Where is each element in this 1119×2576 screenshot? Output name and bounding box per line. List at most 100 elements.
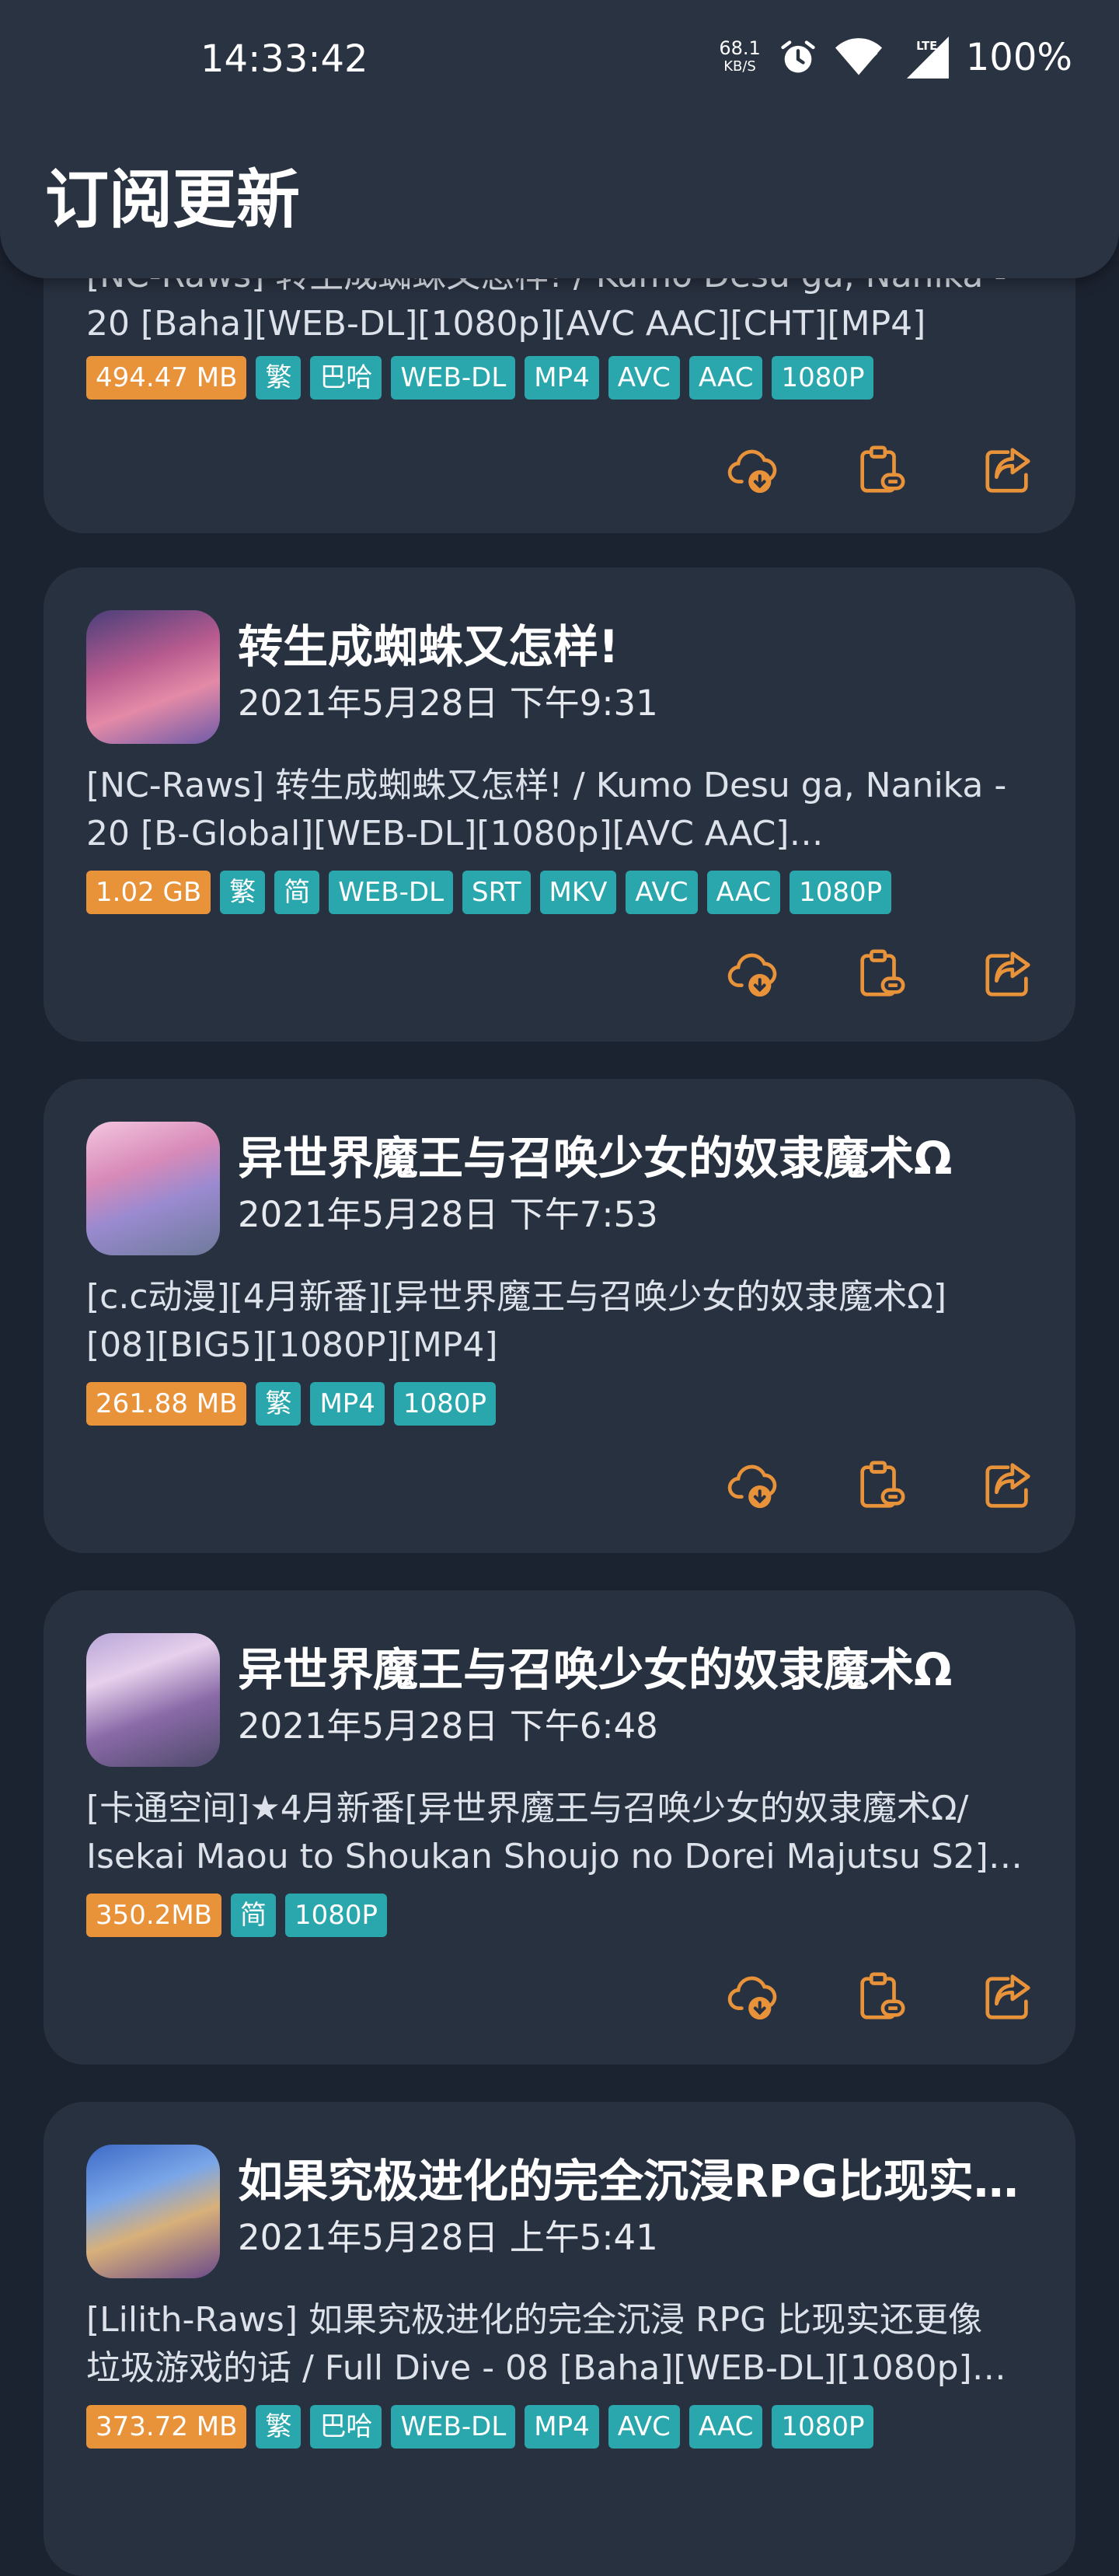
cloud-download-icon	[727, 449, 777, 494]
wifi-icon	[835, 38, 882, 75]
tag: 1080P	[772, 2405, 874, 2449]
net-speed: 68.1 KB/S	[719, 39, 760, 76]
desc-line: [08][BIG5][1080P][MP4]	[86, 1325, 498, 1365]
card-date: 2021年5月28日 上午5:41	[238, 2217, 658, 2258]
card-description: [Lilith-Raws] 如果究极进化的完全沉浸 RPG 比现实还更像 垃圾游…	[86, 2296, 1034, 2393]
desc-line: 20 [Baha][WEB-DL][1080p][AVC AAC][CHT][M…	[86, 304, 926, 344]
tag: 繁	[256, 1382, 302, 1426]
subscription-card[interactable]: 异世界魔王与召唤少女的奴隶魔术Ω 2021年5月28日 下午7:53 [c.c动…	[44, 1079, 1075, 1553]
tag: MP4	[525, 2405, 599, 2449]
card-date: 2021年5月28日 下午9:31	[238, 682, 658, 724]
tag: 繁	[256, 356, 302, 400]
tag: 繁	[256, 2405, 302, 2449]
tag-row: 373.72 MB 繁 巴哈 WEB-DL MP4 AVC AAC 1080P	[86, 2405, 874, 2449]
download-button[interactable]	[726, 947, 780, 1001]
anime-cover-image	[86, 2145, 220, 2278]
clipboard-link-icon	[860, 949, 905, 997]
card-date: 2021年5月28日 下午6:48	[238, 1705, 658, 1747]
net-speed-unit: KB/S	[723, 58, 756, 75]
card-description: [NC-Raws] 转生成蜘蛛又怎样! / Kumo Desu ga, Nani…	[86, 762, 1034, 858]
cloud-download-icon	[727, 953, 777, 997]
tag: WEB-DL	[391, 2405, 516, 2449]
subscription-card[interactable]: 转生成蜘蛛又怎样! 2021年5月28日 下午9:31 [NC-Raws] 转生…	[44, 567, 1075, 1042]
share-icon	[985, 448, 1030, 493]
clipboard-link-icon	[860, 1972, 905, 2019]
subscription-card[interactable]: 如果究极进化的完全沉浸RPG比现实还更像垃圾游戏的话 2021年5月28日 上午…	[44, 2102, 1075, 2576]
size-tag: 494.47 MB	[86, 356, 247, 400]
cloud-download-icon	[727, 1976, 777, 2020]
app-header: 14:33:42 68.1 KB/S LTE 100% 订阅更新	[0, 0, 1119, 278]
share-button[interactable]	[981, 443, 1035, 497]
alarm-icon	[781, 40, 815, 73]
tag: 巴哈	[310, 356, 382, 400]
share-icon	[985, 951, 1030, 997]
size-tag: 1.02 GB	[86, 871, 211, 914]
tag: AVC	[626, 871, 698, 914]
tag: 1080P	[790, 871, 892, 914]
card-description: [卡通空间]★4月新番[异世界魔王与召唤少女的奴隶魔术Ω/ Isekai Mao…	[86, 1785, 1034, 1881]
tag: WEB-DL	[329, 871, 454, 914]
share-button[interactable]	[981, 1458, 1035, 1513]
tag: MKV	[539, 871, 617, 914]
tag: 繁	[220, 871, 266, 914]
anime-cover-image	[86, 1633, 220, 1767]
card-actions	[726, 443, 1035, 497]
share-icon	[985, 1463, 1030, 1508]
card-actions	[726, 947, 1035, 1001]
copy-link-button[interactable]	[853, 443, 908, 497]
download-button[interactable]	[726, 443, 780, 497]
tag: 1080P	[285, 1894, 388, 1937]
desc-line: [卡通空间]★4月新番[异世界魔王与召唤少女的奴隶魔术Ω/	[86, 1789, 969, 1828]
desc-line: [Lilith-Raws] 如果究极进化的完全沉浸 RPG 比现实还更像	[86, 2300, 983, 2340]
status-icons: 68.1 KB/S LTE 100%	[719, 36, 1072, 79]
card-date: 2021年5月28日 下午7:53	[238, 1194, 658, 1235]
copy-link-button[interactable]	[853, 1970, 908, 2024]
cloud-download-icon	[727, 1464, 777, 1509]
copy-link-button[interactable]	[853, 1458, 908, 1513]
card-title: 转生成蜘蛛又怎样!	[238, 620, 619, 673]
share-button[interactable]	[981, 1970, 1035, 2024]
tag: AAC	[706, 871, 781, 914]
tag-row: 261.88 MB 繁 MP4 1080P	[86, 1382, 496, 1426]
svg-text:LTE: LTE	[916, 40, 937, 53]
tag: SRT	[462, 871, 531, 914]
tag: 1080P	[772, 356, 874, 400]
anime-cover-image	[86, 1122, 220, 1255]
tag: AVC	[608, 2405, 680, 2449]
card-actions	[726, 1458, 1035, 1513]
card-title: 异世界魔王与召唤少女的奴隶魔术Ω	[238, 1643, 953, 1696]
size-tag: 350.2MB	[86, 1894, 221, 1937]
clipboard-link-icon	[860, 1461, 905, 1508]
card-description: [c.c动漫][4月新番][异世界魔王与召唤少女的奴隶魔术Ω] [08][BIG…	[86, 1273, 1034, 1370]
desc-line: [NC-Raws] 转生成蜘蛛又怎样! / Kumo Desu ga, Nani…	[86, 766, 1007, 805]
tag: MP4	[525, 356, 599, 400]
tag: AAC	[688, 2405, 763, 2449]
desc-line: Isekai Maou to Shoukan Shoujo no Dorei M…	[86, 1837, 1023, 1876]
card-title: 如果究极进化的完全沉浸RPG比现实还更像垃圾游戏的话	[238, 2155, 1023, 2208]
clipboard-link-icon	[860, 445, 905, 493]
subscription-card[interactable]: 异世界魔王与召唤少女的奴隶魔术Ω 2021年5月28日 下午6:48 [卡通空间…	[44, 1590, 1075, 2065]
page-title: 订阅更新	[45, 163, 301, 237]
download-button[interactable]	[726, 1458, 780, 1513]
tag: 1080P	[393, 1382, 496, 1426]
tag: 巴哈	[310, 2405, 382, 2449]
download-button[interactable]	[726, 1970, 780, 2024]
card-actions	[726, 1970, 1035, 2024]
desc-line: 垃圾游戏的话 / Full Dive - 08 [Baha][WEB-DL][1…	[86, 2348, 1006, 2388]
status-time: 14:33:42	[200, 37, 368, 81]
tag: AVC	[608, 356, 680, 400]
tag-row: 350.2MB 简 1080P	[86, 1894, 388, 1937]
tag: 简	[274, 871, 320, 914]
size-tag: 261.88 MB	[86, 1382, 247, 1426]
card-title: 异世界魔王与召唤少女的奴隶魔术Ω	[238, 1132, 953, 1185]
desc-line: 20 [B-Global][WEB-DL][1080p][AVC AAC]…	[86, 814, 824, 853]
tag: WEB-DL	[391, 356, 516, 400]
copy-link-button[interactable]	[853, 947, 908, 1001]
lte-signal-icon: LTE	[906, 37, 949, 79]
share-icon	[985, 1974, 1030, 2019]
anime-cover-image	[86, 610, 220, 744]
size-tag: 373.72 MB	[86, 2405, 247, 2449]
share-button[interactable]	[981, 947, 1035, 1001]
tag-row: 494.47 MB 繁 巴哈 WEB-DL MP4 AVC AAC 1080P	[86, 356, 874, 400]
desc-line: [c.c动漫][4月新番][异世界魔王与召唤少女的奴隶魔术Ω]	[86, 1277, 946, 1317]
